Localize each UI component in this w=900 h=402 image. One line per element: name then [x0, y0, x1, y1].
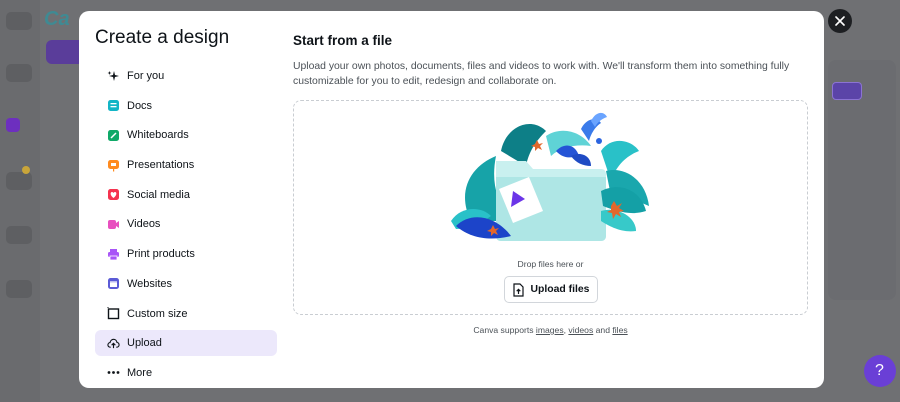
- rail-icon: [6, 172, 32, 190]
- supports-and: and: [595, 325, 610, 335]
- create-design-modal: Create a design For you Docs Whiteboards…: [79, 11, 824, 388]
- rail-projects-icon: [6, 118, 20, 132]
- file-upload-icon: [512, 282, 524, 297]
- background-help-button: ?: [864, 355, 896, 387]
- design-type-menu: For you Docs Whiteboards Presentations S…: [95, 63, 277, 388]
- menu-item-presentations[interactable]: Presentations: [95, 152, 277, 178]
- menu-item-whiteboards[interactable]: Whiteboards: [95, 122, 277, 148]
- close-button[interactable]: [828, 9, 852, 33]
- menu-item-label: Print products: [127, 248, 195, 261]
- close-icon: [835, 16, 845, 26]
- menu-item-custom-size[interactable]: Custom size: [95, 301, 277, 327]
- rail-icon: [6, 226, 32, 244]
- whiteboard-icon: [107, 129, 120, 142]
- videos-link[interactable]: videos: [568, 325, 593, 335]
- menu-item-label: Websites: [127, 277, 173, 290]
- upload-files-button[interactable]: Upload files: [504, 276, 598, 303]
- menu-item-videos[interactable]: Videos: [95, 211, 277, 237]
- presentation-icon: [107, 159, 120, 172]
- rail-icon: [6, 280, 32, 298]
- menu-item-label: Videos: [127, 218, 161, 231]
- menu-item-label: More: [127, 366, 153, 379]
- menu-item-upload[interactable]: Upload: [95, 330, 277, 357]
- menu-item-label: Docs: [127, 99, 153, 112]
- more-dots-icon: [107, 366, 120, 379]
- menu-item-for-you[interactable]: For you: [95, 63, 277, 89]
- website-icon: [107, 277, 120, 290]
- supports-prefix: Canva supports: [473, 325, 534, 335]
- supports-separator: ,: [563, 325, 567, 335]
- menu-item-label: Presentations: [127, 159, 195, 172]
- supported-formats-text: Canva supports images, videos and files: [293, 325, 808, 335]
- rail-icon: [6, 64, 32, 82]
- drop-files-text: Drop files here or: [517, 259, 584, 269]
- menu-item-social-media[interactable]: Social media: [95, 182, 277, 208]
- sparkle-icon: [107, 70, 120, 83]
- social-media-icon: [107, 188, 120, 201]
- content-title: Start from a file: [293, 33, 393, 48]
- menu-item-print-products[interactable]: Print products: [95, 241, 277, 267]
- background-side-rail: [0, 0, 40, 402]
- modal-title: Create a design: [95, 27, 230, 48]
- video-icon: [107, 218, 120, 231]
- docs-icon: [107, 99, 120, 112]
- menu-item-label: Social media: [127, 188, 190, 201]
- menu-item-label: For you: [127, 70, 165, 82]
- menu-item-more[interactable]: More: [95, 360, 277, 386]
- files-link[interactable]: files: [612, 325, 627, 335]
- content-description: Upload your own photos, documents, files…: [293, 61, 790, 87]
- upload-files-label: Upload files: [530, 284, 590, 295]
- menu-item-label: Whiteboards: [127, 129, 189, 142]
- rail-badge: [22, 166, 30, 174]
- printer-icon: [107, 248, 120, 261]
- upload-illustration: [451, 112, 649, 241]
- rail-icon: [6, 12, 32, 30]
- menu-item-websites[interactable]: Websites: [95, 271, 277, 297]
- upload-cloud-icon: [107, 337, 120, 350]
- menu-item-label: Custom size: [127, 307, 188, 320]
- background-logo: Ca: [44, 8, 70, 30]
- crop-icon: [107, 307, 120, 320]
- images-link[interactable]: images: [536, 325, 564, 335]
- menu-item-docs[interactable]: Docs: [95, 93, 277, 119]
- file-drop-zone[interactable]: Drop files here or Upload files: [293, 100, 808, 315]
- menu-item-label: Upload: [127, 337, 162, 350]
- background-chip: [832, 82, 862, 100]
